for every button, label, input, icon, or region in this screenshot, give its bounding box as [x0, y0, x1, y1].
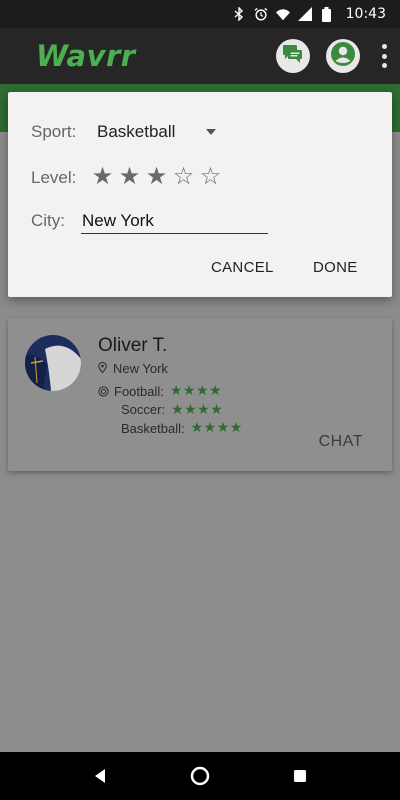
level-rating[interactable]: ★ ★ ★ ☆ ☆: [91, 163, 222, 189]
chat-button[interactable]: [276, 39, 310, 73]
avatar: [25, 335, 81, 391]
location-pin-icon: [98, 361, 107, 376]
sport-name: Basketball:: [121, 420, 185, 436]
city-label: City:: [31, 211, 65, 230]
app-title: Wavrr: [36, 39, 136, 73]
sport-row: Football: ★★★★: [98, 382, 243, 401]
sports-ball-icon: [98, 386, 109, 397]
sport-rating-stars: ★★★★: [169, 383, 223, 400]
dropdown-arrow-icon[interactable]: [206, 129, 216, 135]
chat-icon: [282, 44, 304, 69]
nav-bar: [0, 752, 400, 800]
alarm-icon: [254, 7, 268, 21]
sport-rating-stars: ★★★★: [190, 420, 243, 437]
home-icon: [190, 766, 210, 786]
filter-dialog: Sport: Basketball Level: ★★★☆☆ City: CAN…: [8, 92, 392, 297]
signal-icon: [297, 7, 312, 21]
player-name: Oliver T.: [98, 335, 168, 356]
wifi-icon: [275, 7, 290, 21]
back-icon: [95, 769, 105, 783]
recents-button[interactable]: [280, 756, 320, 796]
level-label: Level:: [31, 168, 77, 187]
sport-name: Soccer:: [121, 402, 166, 418]
done-button[interactable]: DONE: [313, 259, 358, 276]
chat-player-button[interactable]: CHAT: [319, 433, 363, 451]
bluetooth-icon: [232, 7, 246, 21]
city-input[interactable]: [81, 208, 268, 234]
star-empty-icon[interactable]: ☆: [199, 163, 222, 189]
account-button[interactable]: [326, 39, 360, 73]
sport-label: Sport:: [31, 122, 77, 141]
star-empty-icon[interactable]: ☆: [172, 163, 195, 189]
app-bar: Wavrr: [0, 28, 400, 84]
sport-name: Football:: [114, 383, 164, 399]
sport-dropdown[interactable]: Basketball: [97, 122, 175, 142]
back-button[interactable]: [80, 756, 120, 796]
star-filled-icon[interactable]: ★: [91, 163, 114, 189]
location-text: New York: [113, 361, 168, 376]
star-filled-icon[interactable]: ★: [145, 163, 168, 189]
player-location: New York: [98, 361, 168, 376]
more-vert-icon[interactable]: [376, 41, 392, 71]
recents-icon: [294, 770, 306, 782]
sport-row: Basketball: ★★★★: [98, 419, 243, 438]
sport-rating-stars: ★★★★: [171, 401, 224, 418]
status-time: 10:43: [345, 6, 386, 22]
app-actions: [276, 28, 392, 84]
cancel-button[interactable]: CANCEL: [211, 259, 274, 276]
star-filled-icon[interactable]: ★: [118, 163, 141, 189]
sport-row: Soccer: ★★★★: [98, 401, 243, 420]
battery-icon: [320, 6, 334, 22]
account-icon: [330, 41, 356, 72]
status-bar: 10:43: [0, 0, 400, 28]
sports-list: Football: ★★★★ Soccer: ★★★★ Basketball: ★★★★: [98, 382, 243, 438]
home-button[interactable]: [180, 756, 220, 796]
player-card[interactable]: Oliver T. New York Football: ★★★★ Soccer: ★…: [8, 318, 392, 471]
